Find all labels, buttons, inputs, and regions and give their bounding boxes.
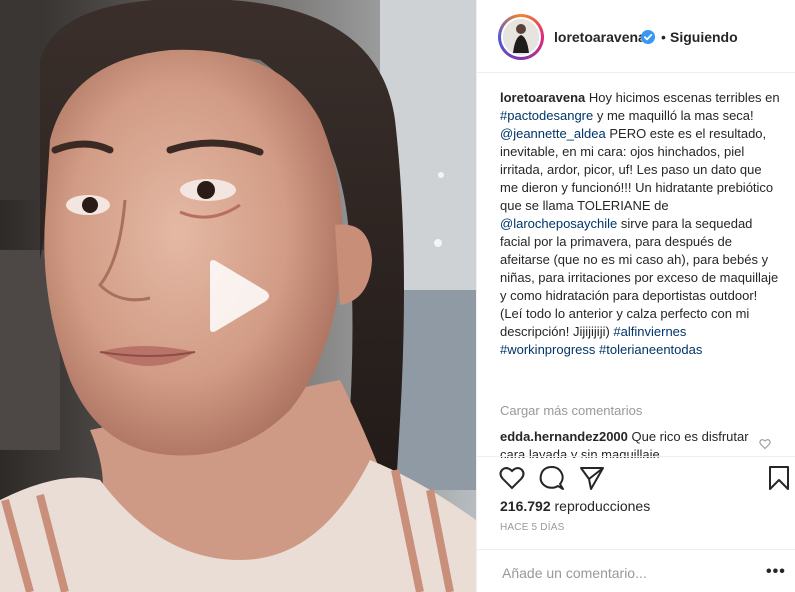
avatar[interactable] bbox=[498, 14, 544, 60]
caption-link[interactable]: @larocheposaychile bbox=[500, 216, 617, 231]
post-date[interactable]: HACE 5 DÍAS bbox=[500, 522, 564, 533]
view-count-number: 216.792 bbox=[500, 498, 551, 514]
view-count[interactable]: 216.792 reproducciones bbox=[500, 497, 650, 515]
post-caption: loretoaravena Hoy hicimos escenas terrib… bbox=[500, 89, 780, 359]
following-button[interactable]: Siguiendo bbox=[670, 29, 738, 45]
caption-link[interactable]: #alfinviernes bbox=[613, 324, 686, 339]
more-options-button[interactable]: ••• bbox=[766, 563, 786, 581]
caption-username[interactable]: loretoaravena bbox=[500, 90, 585, 105]
post-header: loretoaravena • Siguiendo bbox=[477, 0, 795, 73]
caption-link[interactable]: @jeannette_aldea bbox=[500, 126, 606, 141]
caption-link[interactable]: #pactodesangre bbox=[500, 108, 593, 123]
caption-link[interactable]: #workinprogress bbox=[500, 342, 595, 357]
header-separator: • bbox=[661, 29, 666, 45]
add-comment-area: ••• bbox=[477, 549, 795, 592]
add-comment-input[interactable] bbox=[500, 562, 754, 584]
caption-link[interactable]: #tolerianeentodas bbox=[599, 342, 702, 357]
play-button[interactable] bbox=[200, 258, 272, 334]
post-details-panel: loretoaravena • Siguiendo loretoaravena … bbox=[476, 0, 795, 592]
share-icon[interactable] bbox=[579, 465, 605, 491]
caption-text: sirve para la sequedad facial por la pri… bbox=[500, 216, 779, 339]
post-action-bar bbox=[477, 456, 795, 498]
comment-icon[interactable] bbox=[539, 465, 565, 491]
load-more-comments-button[interactable]: Cargar más comentarios bbox=[500, 402, 642, 420]
comment-username[interactable]: edda.hernandez2000 bbox=[500, 429, 628, 444]
comment-like-heart-icon[interactable] bbox=[759, 438, 771, 450]
view-count-label: reproducciones bbox=[550, 498, 651, 514]
heart-icon[interactable] bbox=[499, 465, 525, 491]
header-username[interactable]: loretoaravena bbox=[554, 29, 646, 45]
post-video[interactable] bbox=[0, 0, 476, 592]
comment-item: edda.hernandez2000 Que rico es disfrutar… bbox=[500, 428, 760, 458]
caption-text: y me maquilló la mas seca! bbox=[593, 108, 754, 123]
bookmark-icon[interactable] bbox=[766, 465, 792, 491]
play-icon bbox=[210, 260, 269, 332]
caption-text: Hoy hicimos escenas terribles en bbox=[585, 90, 780, 105]
verified-badge-icon bbox=[641, 30, 655, 44]
